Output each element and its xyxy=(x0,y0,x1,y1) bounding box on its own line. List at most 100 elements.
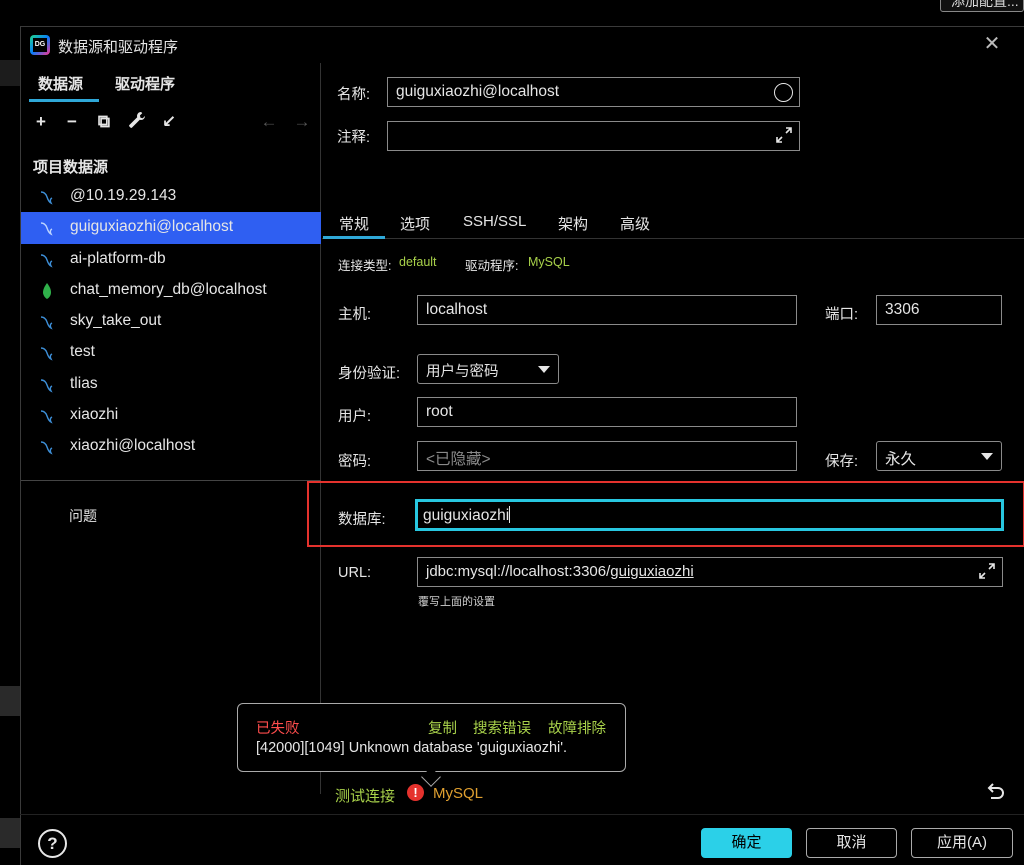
color-circle-icon[interactable] xyxy=(774,83,793,102)
revert-icon[interactable] xyxy=(984,782,1006,804)
database-label: 数据库: xyxy=(338,512,386,528)
error-popup: 已失败 复制 搜索错误 故障排除 [42000][1049] Unknown d… xyxy=(237,703,626,787)
password-input[interactable]: <已隐藏> xyxy=(417,441,797,471)
auth-select[interactable]: 用户与密码 xyxy=(417,354,559,384)
expand-icon[interactable] xyxy=(978,562,996,580)
search-error-link[interactable]: 搜索错误 xyxy=(473,717,531,738)
override-note: 覆写上面的设置 xyxy=(418,596,495,608)
tab-datasources[interactable]: 数据源 xyxy=(38,73,83,94)
list-item[interactable]: sky_take_out xyxy=(21,306,321,337)
auth-label: 身份验证: xyxy=(338,366,401,382)
driver-link[interactable]: MySQL xyxy=(528,255,570,269)
list-item[interactable]: @10.19.29.143 xyxy=(21,181,321,212)
text-caret xyxy=(509,506,511,523)
save-label: 保存: xyxy=(825,454,859,470)
datasource-toolbar: + − ⧉ ↙ ← → xyxy=(21,111,321,135)
list-item[interactable]: guiguxiaozhi@localhost xyxy=(21,212,321,244)
mysql-icon xyxy=(40,347,53,362)
host-value: localhost xyxy=(426,301,488,318)
mysql-icon xyxy=(40,410,53,424)
mysql-icon xyxy=(40,316,53,330)
mysql-icon xyxy=(40,191,53,205)
tab-schemas[interactable]: 架构 xyxy=(558,213,588,234)
mysql-icon xyxy=(40,379,53,393)
background-panel xyxy=(0,60,20,86)
port-value: 3306 xyxy=(885,301,920,318)
background-panel xyxy=(0,686,20,716)
comment-label: 注释: xyxy=(337,130,371,146)
copy-icon[interactable]: ⧉ xyxy=(93,111,115,133)
name-value: guiguxiaozhi@localhost xyxy=(396,83,560,100)
troubleshoot-link[interactable]: 故障排除 xyxy=(548,717,606,738)
forward-arrow-icon[interactable]: → xyxy=(291,111,313,133)
datasource-list: @10.19.29.143 guiguxiaozhi@localhost ai-… xyxy=(21,181,321,463)
datasource-label: @10.19.29.143 xyxy=(70,187,177,204)
conn-type-link[interactable]: default xyxy=(399,255,437,269)
tab-general[interactable]: 常规 xyxy=(339,213,369,234)
name-label: 名称: xyxy=(337,87,371,103)
list-item[interactable]: test xyxy=(21,337,321,368)
remove-icon[interactable]: − xyxy=(61,111,83,133)
port-input[interactable]: 3306 xyxy=(876,295,1002,325)
password-label: 密码: xyxy=(338,454,372,470)
close-icon[interactable]: ✕ xyxy=(981,33,1003,55)
dialog-title: 数据源和驱动程序 xyxy=(58,39,179,56)
mysql-icon xyxy=(40,222,53,236)
list-item[interactable]: ai-platform-db xyxy=(21,244,321,275)
datasource-label: test xyxy=(70,343,95,361)
port-label: 端口: xyxy=(825,307,859,323)
database-value: guiguxiaozhi xyxy=(423,507,510,524)
copy-link[interactable]: 复制 xyxy=(428,717,457,738)
user-input[interactable]: root xyxy=(417,397,797,427)
mongodb-icon xyxy=(43,282,51,299)
chevron-down-icon xyxy=(981,453,993,460)
problems-item[interactable]: 问题 xyxy=(69,506,97,526)
mysql-icon xyxy=(40,253,53,268)
divider xyxy=(20,814,1024,815)
auth-value: 用户与密码 xyxy=(426,364,499,380)
tab-drivers[interactable]: 驱动程序 xyxy=(115,73,175,94)
list-item[interactable]: xiaozhi xyxy=(21,400,321,431)
datasource-label: xiaozhi xyxy=(70,406,119,424)
back-arrow-icon[interactable]: ← xyxy=(258,111,280,133)
tab-advanced[interactable]: 高级 xyxy=(620,213,650,234)
save-select[interactable]: 永久 xyxy=(876,441,1002,471)
conn-type-label: 连接类型: xyxy=(338,259,392,273)
cancel-button[interactable]: 取消 xyxy=(806,828,897,858)
url-prefix: jdbc:mysql://localhost:3306/ xyxy=(426,563,611,580)
name-input[interactable]: guiguxiaozhi@localhost xyxy=(387,77,800,107)
driver-status[interactable]: MySQL xyxy=(433,785,483,802)
datasource-label: ai-platform-db xyxy=(70,249,166,267)
project-datasources-heading: 项目数据源 xyxy=(33,159,109,176)
user-value: root xyxy=(426,403,453,420)
url-input[interactable]: jdbc:mysql://localhost:3306/guiguxiaozhi xyxy=(417,557,1003,587)
datasource-label: sky_take_out xyxy=(70,312,162,330)
datagrip-icon xyxy=(30,35,50,55)
import-icon[interactable]: ↙ xyxy=(158,111,180,133)
datasource-label: chat_memory_db@localhost xyxy=(70,280,267,298)
comment-input[interactable] xyxy=(387,121,800,151)
chevron-down-icon xyxy=(538,366,550,373)
wrench-icon[interactable] xyxy=(126,111,148,133)
tab-ssh-ssl[interactable]: SSH/SSL xyxy=(463,213,526,230)
url-database: guiguxiaozhi xyxy=(610,563,694,580)
help-icon[interactable]: ? xyxy=(38,829,67,858)
error-icon[interactable]: ! xyxy=(407,784,424,801)
user-label: 用户: xyxy=(338,409,372,425)
test-connection-link[interactable]: 测试连接 xyxy=(335,785,395,806)
list-item[interactable]: xiaozhi@localhost xyxy=(21,431,321,462)
password-placeholder: <已隐藏> xyxy=(426,451,491,468)
background-config-button[interactable]: 添加配置... xyxy=(940,0,1024,12)
database-input[interactable]: guiguxiaozhi xyxy=(415,499,1004,531)
error-message: [42000][1049] Unknown database 'guiguxia… xyxy=(256,740,568,756)
list-item[interactable]: tlias xyxy=(21,369,321,400)
expand-icon[interactable] xyxy=(775,126,793,144)
datasource-form: 名称: guiguxiaozhi@localhost 注释: 常规 选项 SSH… xyxy=(307,63,1024,794)
list-item[interactable]: chat_memory_db@localhost xyxy=(21,275,321,306)
tab-options[interactable]: 选项 xyxy=(400,213,430,234)
apply-button[interactable]: 应用(A) xyxy=(911,828,1013,858)
host-input[interactable]: localhost xyxy=(417,295,797,325)
add-icon[interactable]: + xyxy=(30,111,52,133)
mysql-icon xyxy=(40,441,53,455)
ok-button[interactable]: 确定 xyxy=(701,828,792,858)
